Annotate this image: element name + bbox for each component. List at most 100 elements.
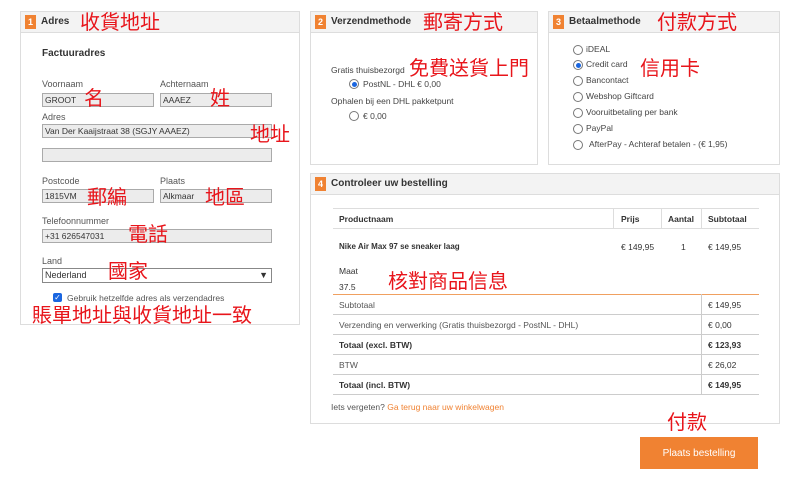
step-number: 1 — [25, 15, 36, 29]
payment-option-radio[interactable] — [573, 140, 583, 150]
address-panel: 1 Adres Factuuradres Voornaam GROOT Acht… — [20, 11, 300, 325]
totals-row-label: Subtotaal — [339, 300, 375, 310]
home-delivery-group-label: Gratis thuisbezorgd — [331, 65, 405, 75]
product-qty: 1 — [681, 242, 686, 252]
shipping-panel: 2 Verzendmethode Gratis thuisbezorgd Pos… — [310, 11, 538, 165]
country-label: Land — [42, 256, 63, 266]
annotation-street-address: 地址 — [250, 122, 290, 146]
payment-panel: 3 Betaalmethode iDEAL Credit card Banconta… — [548, 11, 780, 165]
payment-option-label: Webshop Giftcard — [586, 91, 654, 101]
table-divider — [701, 294, 702, 394]
annotation-phone: 電話 — [128, 222, 168, 246]
payment-option-label: Credit card — [586, 59, 628, 69]
shipping-option-pickup-radio[interactable] — [349, 111, 359, 121]
last-name-label: Achternaam — [160, 79, 209, 89]
annotation-review-items: 核對商品信息 — [388, 269, 508, 293]
table-divider — [613, 208, 614, 228]
first-name-label: Voornaam — [42, 79, 84, 89]
product-name: Nike Air Max 97 se sneaker laag — [339, 242, 460, 251]
review-panel-header: 4 Controleer uw bestelling — [311, 174, 779, 195]
product-subtotal: € 149,95 — [708, 242, 742, 252]
totals-row-label: Totaal (excl. BTW) — [339, 340, 413, 350]
product-size-value: 37.5 — [339, 282, 356, 292]
annotation-last-name: 姓 — [210, 86, 230, 110]
address-line2-field[interactable] — [42, 148, 272, 162]
table-divider — [333, 294, 759, 295]
back-to-cart-link[interactable]: Ga terug naar uw winkelwagen — [387, 402, 504, 412]
shipping-option-postnl-label: PostNL - DHL € 0,00 — [363, 79, 441, 89]
pickup-group-label: Ophalen bij een DHL pakketpunt — [331, 96, 454, 106]
place-order-button[interactable]: Plaats bestelling — [640, 437, 758, 469]
totals-row-label: Totaal (incl. BTW) — [339, 380, 411, 390]
annotation-free-delivery: 免費送貨上門 — [409, 56, 529, 80]
column-header-subtotal: Subtotaal — [708, 214, 747, 224]
totals-row-value: € 0,00 — [708, 320, 732, 330]
payment-option-radio[interactable] — [573, 108, 583, 118]
payment-option-label: Bancontact — [586, 75, 629, 85]
annotation-address: 收貨地址 — [80, 10, 160, 34]
review-panel-title: Controleer uw bestelling — [331, 178, 448, 189]
totals-row-label: BTW — [339, 360, 358, 370]
table-divider — [333, 394, 759, 395]
totals-row-label: Verzending en verwerking (Gratis thuisbe… — [339, 320, 579, 330]
payment-option-label: iDEAL — [586, 44, 611, 54]
annotation-postcode: 郵編 — [87, 185, 127, 209]
totals-row-value: € 26,02 — [708, 360, 737, 370]
address-label: Adres — [42, 112, 66, 122]
table-divider — [333, 374, 759, 375]
column-header-price: Prijs — [621, 214, 640, 224]
payment-panel-title: Betaalmethode — [569, 16, 641, 27]
annotation-country: 國家 — [108, 259, 148, 283]
payment-option-radio[interactable] — [573, 124, 583, 134]
payment-option-radio[interactable] — [573, 60, 583, 70]
table-divider — [333, 334, 759, 335]
payment-option-radio[interactable] — [573, 76, 583, 86]
annotation-same-address: 賬單地址與收貨地址一致 — [32, 303, 252, 327]
phone-label: Telefoonnummer — [42, 216, 110, 226]
step-number: 3 — [553, 15, 564, 29]
table-divider — [333, 354, 759, 355]
shipping-option-pickup-label: € 0,00 — [363, 111, 387, 121]
table-divider — [333, 228, 759, 229]
payment-option-radio[interactable] — [573, 92, 583, 102]
table-divider — [333, 314, 759, 315]
annotation-payment-method: 付款方式 — [657, 10, 737, 34]
payment-option-label: AfterPay - Achteraf betalen - (€ 1,95) — [589, 139, 728, 149]
annotation-district: 地區 — [205, 185, 245, 209]
annotation-credit-card: 信用卡 — [640, 56, 700, 80]
product-size-label: Maat — [339, 266, 358, 276]
review-panel: 4 Controleer uw bestelling Productnaam P… — [310, 173, 780, 424]
chevron-down-icon: ▼ — [259, 270, 268, 280]
totals-row-value: € 149,95 — [708, 300, 742, 310]
address-panel-title: Adres — [41, 16, 70, 27]
step-number: 4 — [315, 177, 326, 191]
same-address-label: Gebruik hetzelfde adres als verzendadres — [67, 293, 225, 303]
annotation-pay: 付款 — [667, 410, 707, 434]
forgot-text: Iets vergeten? — [331, 402, 385, 412]
totals-row-value: € 123,93 — [708, 340, 742, 350]
postcode-label: Postcode — [42, 176, 80, 186]
payment-option-label: PayPal — [586, 123, 613, 133]
address-panel-header: 1 Adres — [21, 12, 299, 33]
address-field[interactable]: Van Der Kaaijstraat 38 (SGJY AAAEZ) — [42, 124, 272, 138]
table-divider — [701, 208, 702, 228]
totals-row-value: € 149,95 — [708, 380, 742, 390]
table-divider — [661, 208, 662, 228]
billing-address-subtitle: Factuuradres — [42, 48, 106, 59]
annotation-shipping-method: 郵寄方式 — [423, 10, 503, 34]
country-select[interactable]: Nederland ▼ — [42, 268, 272, 283]
same-address-checkbox[interactable]: ✓ — [53, 293, 62, 302]
annotation-first-name: 名 — [84, 86, 104, 110]
country-select-value: Nederland — [45, 270, 87, 280]
payment-option-label: Vooruitbetaling per bank — [586, 107, 678, 117]
shipping-option-postnl-radio[interactable] — [349, 79, 359, 89]
table-divider — [333, 208, 759, 209]
column-header-qty: Aantal — [668, 214, 694, 224]
shipping-panel-title: Verzendmethode — [331, 16, 412, 27]
forgot-prompt: Iets vergeten? Ga terug naar uw winkelwa… — [331, 402, 504, 412]
payment-option-radio[interactable] — [573, 45, 583, 55]
step-number: 2 — [315, 15, 326, 29]
column-header-product: Productnaam — [339, 214, 394, 224]
product-price: € 149,95 — [621, 242, 655, 252]
city-label: Plaats — [160, 176, 186, 186]
